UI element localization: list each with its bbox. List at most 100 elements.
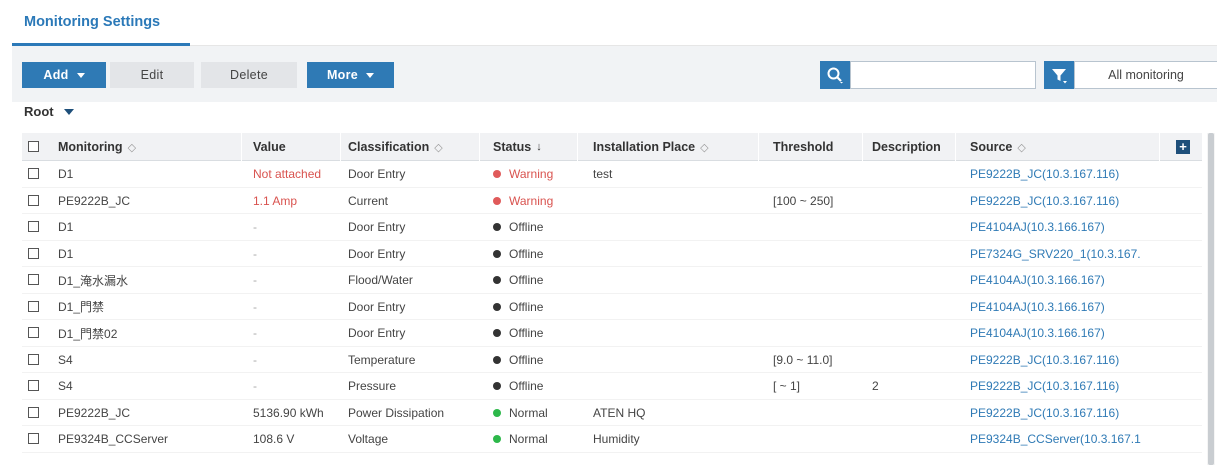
status-text: Offline: [509, 220, 544, 234]
row-checkbox[interactable]: [28, 433, 39, 444]
sort-icon: ◇: [127, 141, 137, 154]
column-header-status[interactable]: Status ↓: [483, 133, 578, 161]
column-header-source[interactable]: Source ◇: [960, 133, 1160, 161]
row-checkbox[interactable]: [28, 168, 39, 179]
row-checkbox[interactable]: [28, 247, 39, 259]
table-row[interactable]: S4 - Temperature Offline [9.0 ~ 11.0] PE9222B…: [22, 347, 1202, 373]
cell-status: Normal: [483, 400, 578, 426]
row-checkbox[interactable]: [28, 221, 39, 232]
cell-value: -: [253, 220, 257, 234]
sort-descending-icon: ↓: [536, 141, 542, 153]
more-button[interactable]: More: [307, 62, 394, 88]
select-all-checkbox[interactable]: [28, 141, 39, 152]
cell-source[interactable]: PE9222B_JC(10.3.167.116): [960, 161, 1170, 187]
cell-classification: Voltage: [348, 432, 389, 446]
column-label: Description: [872, 140, 941, 154]
cell-value: 108.6 V: [253, 432, 295, 446]
cell-value: -: [253, 273, 257, 287]
row-checkbox[interactable]: [28, 327, 39, 338]
row-checkbox[interactable]: [28, 194, 39, 206]
column-header-monitoring[interactable]: Monitoring ◇: [48, 133, 242, 161]
monitoring-filter-select[interactable]: All monitoring: [1074, 61, 1217, 89]
column-header-classification[interactable]: Classification ◇: [338, 133, 480, 161]
table-row[interactable]: D1 - Door Entry Offline PE4104AJ(10.3.166.16…: [22, 214, 1202, 241]
cell-source[interactable]: PE7324G_SRV220_1(10.3.167.: [960, 241, 1170, 267]
status-dot-icon: [493, 382, 501, 390]
cell-source[interactable]: PE4104AJ(10.3.166.167): [960, 267, 1170, 293]
status-text: Offline: [509, 273, 544, 287]
root-dropdown[interactable]: Root: [24, 104, 74, 119]
delete-button[interactable]: Delete: [201, 62, 297, 88]
cell-threshold: [763, 267, 863, 293]
scrollbar-thumb[interactable]: [1208, 133, 1214, 465]
cell-monitoring: D1_門禁: [58, 300, 105, 314]
row-checkbox[interactable]: [28, 353, 39, 365]
column-header-installation-place[interactable]: Installation Place ◇: [583, 133, 759, 161]
cell-status: Warning: [483, 161, 578, 187]
cell-value: -: [253, 246, 257, 261]
column-label: Source: [970, 140, 1013, 154]
status-text: Normal: [509, 405, 548, 420]
cell-monitoring: D1_門禁02: [58, 326, 118, 341]
status-dot-icon: [493, 196, 501, 205]
search-icon: [827, 67, 843, 84]
cell-status: Offline: [483, 241, 578, 267]
cell-place: [583, 241, 759, 267]
status-text: Offline: [509, 326, 544, 340]
root-label: Root: [24, 104, 54, 119]
cell-source[interactable]: PE9324B_CCServer(10.3.167.1: [960, 426, 1170, 452]
table-row[interactable]: PE9222B_JC 1.1 Amp Current Warning [100 ~ 25…: [22, 188, 1202, 214]
sort-icon: ◇: [1017, 141, 1026, 154]
cell-place: [583, 320, 759, 346]
chevron-down-icon: [63, 108, 74, 115]
cell-monitoring: D1: [58, 246, 74, 261]
table-row[interactable]: D1 Not attached Door Entry Warning test PE922…: [22, 161, 1202, 188]
tab-monitoring-settings[interactable]: Monitoring Settings: [12, 8, 190, 46]
cell-description: [862, 347, 956, 373]
cell-threshold: [763, 426, 863, 452]
cell-status: Offline: [483, 214, 578, 240]
cell-source[interactable]: PE9222B_JC(10.3.167.116): [960, 347, 1170, 373]
cell-source[interactable]: PE9222B_JC(10.3.167.116): [960, 373, 1170, 399]
cell-value: 1.1 Amp: [253, 193, 298, 208]
status-dot-icon: [493, 329, 501, 337]
edit-button[interactable]: Edit: [110, 62, 194, 88]
table-row[interactable]: S4 - Pressure Offline [ ~ 1] 2 PE9222B_JC(10.3…: [22, 373, 1202, 400]
row-checkbox[interactable]: [28, 406, 39, 418]
table-row[interactable]: PE9324B_CCServer 108.6 V Voltage Normal Humi…: [22, 426, 1202, 453]
table-row[interactable]: D1 - Door Entry Offline PE7324G_SRV220_1(10.…: [22, 241, 1202, 267]
table-row[interactable]: D1_門禁 - Door Entry Offline PE4104AJ(10.3.166…: [22, 294, 1202, 320]
cell-source[interactable]: PE9222B_JC(10.3.167.116): [960, 188, 1170, 214]
cell-place: [583, 188, 759, 214]
table-row[interactable]: PE9222B_JC 5136.90 kWh Power Dissipation No…: [22, 400, 1202, 426]
status-dot-icon: [493, 302, 501, 311]
status-dot-icon: [493, 408, 501, 417]
cell-classification: Pressure: [348, 379, 397, 393]
table-row[interactable]: D1_淹水漏水 - Flood/Water Offline PE4104AJ(10.3.…: [22, 267, 1202, 294]
cell-source[interactable]: PE4104AJ(10.3.166.167): [960, 214, 1170, 240]
column-header-description[interactable]: Description: [862, 133, 956, 161]
chevron-down-icon: [366, 72, 375, 78]
cell-source[interactable]: PE9222B_JC(10.3.167.116): [960, 400, 1170, 426]
cell-place: [583, 267, 759, 293]
column-header-threshold[interactable]: Threshold: [763, 133, 863, 161]
cell-status: Offline: [483, 267, 578, 293]
status-dot-icon: [493, 435, 501, 443]
column-header-value[interactable]: Value: [243, 133, 341, 161]
row-checkbox[interactable]: [28, 274, 39, 285]
row-checkbox[interactable]: [28, 300, 39, 312]
cell-source[interactable]: PE4104AJ(10.3.166.167): [960, 294, 1170, 320]
table-row[interactable]: D1_門禁02 - Door Entry Offline PE4104AJ(10.3.1…: [22, 320, 1202, 347]
search-button[interactable]: [820, 61, 850, 89]
cell-description: [862, 214, 956, 240]
cell-source[interactable]: PE4104AJ(10.3.166.167): [960, 320, 1170, 346]
search-input[interactable]: [850, 61, 1036, 89]
column-label: Monitoring: [58, 140, 123, 154]
status-text: Offline: [509, 246, 544, 261]
column-label: Installation Place: [593, 140, 696, 154]
cell-threshold: [763, 294, 863, 320]
filter-button[interactable]: [1044, 61, 1074, 89]
row-checkbox[interactable]: [28, 380, 39, 391]
add-button[interactable]: Add: [22, 62, 106, 88]
add-column-plus-icon[interactable]: +: [1176, 140, 1190, 154]
